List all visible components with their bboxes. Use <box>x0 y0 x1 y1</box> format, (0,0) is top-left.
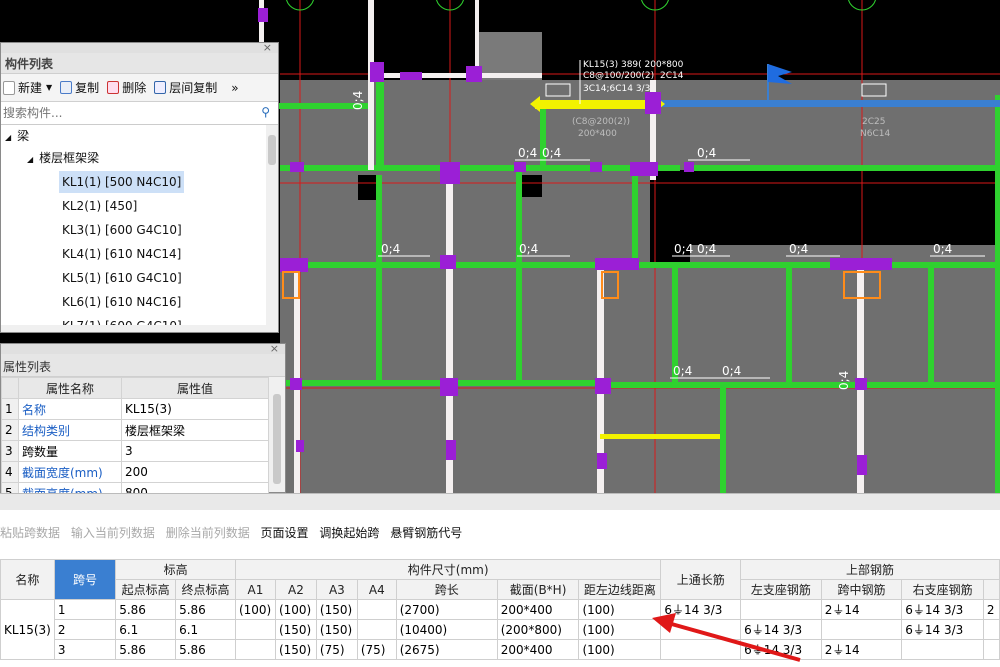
delete-label: 删除 <box>122 81 147 95</box>
dim-label: 0;4 <box>674 242 693 256</box>
property-list-titlebar: × <box>1 342 285 355</box>
new-button[interactable]: 新建 ▼ <box>3 79 52 96</box>
tree-item-kl1[interactable]: KL1(1) [500 N4C10] <box>59 171 185 193</box>
span-data-panel: 粘贴跨数据 输入当前列数据 删除当前列数据 页面设置 调换起始跨 悬臂钢筋代号 … <box>0 493 1000 667</box>
dim-label-vertical: 0;4 <box>837 371 851 390</box>
collapse-arrow-icon[interactable]: ◢ <box>27 155 33 164</box>
dim-label-vertical: 0;4 <box>351 91 365 110</box>
beam-annotation-line: 2C14 <box>660 71 684 81</box>
dim-label: 0;4 <box>722 364 741 378</box>
tree-item-kl3[interactable]: KL3(1) [600 G4C10] <box>62 219 182 241</box>
dim-label: 0;4 <box>381 242 400 256</box>
delete-button[interactable]: 删除 <box>107 79 146 96</box>
component-list-titlebar: × <box>1 41 278 54</box>
col-header-value: 属性值 <box>121 377 269 399</box>
dim-label: 0;4 <box>697 242 716 256</box>
floor-copy-icon <box>154 81 167 94</box>
tree-item-kl5[interactable]: KL5(1) [610 G4C10] <box>62 267 182 289</box>
prop-name: 跨数量 <box>18 440 122 462</box>
copy-label: 复制 <box>75 81 100 95</box>
dim-label: 0;4 <box>519 242 538 256</box>
prop-value[interactable]: KL15(3) <box>121 398 269 420</box>
tree-node-label: 梁 <box>17 129 30 143</box>
dropdown-arrow-icon[interactable]: ▼ <box>46 83 52 92</box>
tree-item-kl6[interactable]: KL6(1) [610 N4C16] <box>62 291 181 313</box>
section-label: (C8@200(2)) <box>572 117 630 127</box>
tree-item-kl2[interactable]: KL2(1) [450] <box>62 195 137 217</box>
beam-annotation-line: C8@100/200(2) <box>583 71 654 81</box>
more-button[interactable]: » <box>231 81 238 95</box>
tree-node-frame-beam[interactable]: ◢ 楼层框架梁 <box>27 147 99 169</box>
dim-label: 0;4 <box>518 146 537 160</box>
new-label: 新建 <box>18 81 43 95</box>
tree-node-label: 楼层框架梁 <box>39 151 100 165</box>
row-index: 2 <box>1 419 19 441</box>
tree-node-beam[interactable]: ◢ 梁 <box>5 125 29 147</box>
property-scrollbar[interactable] <box>271 380 283 492</box>
table-row[interactable]: 4 截面宽度(mm) 200 <box>1 461 269 483</box>
row-index: 3 <box>1 440 19 462</box>
property-table: 属性名称 属性值 1 名称 KL15(3) 2 结构类别 楼层框架梁 3 跨数量 3 4 截面… <box>1 377 269 504</box>
tree-item-kl4[interactable]: KL4(1) [610 N4C14] <box>62 243 181 265</box>
floor-copy-button[interactable]: 层间复制 <box>154 79 217 96</box>
tree-scrollbar[interactable] <box>266 125 278 325</box>
collapse-arrow-icon[interactable]: ◢ <box>5 133 11 142</box>
search-input[interactable] <box>1 102 245 124</box>
delete-icon <box>107 81 120 94</box>
dim-label: 0;4 <box>789 242 808 256</box>
floor-copy-label: 层间复制 <box>169 81 218 95</box>
dim-label: 0;4 <box>933 242 952 256</box>
dim-label: 0;4 <box>542 146 561 160</box>
component-toolbar: 新建 ▼ 复制 删除 层间复制 » <box>1 74 278 102</box>
prop-value[interactable]: 楼层框架梁 <box>121 419 269 441</box>
scrollbar-thumb[interactable] <box>273 394 281 484</box>
search-icon[interactable]: ⚲ <box>261 105 270 119</box>
selected-beam-blue <box>660 100 1000 107</box>
search-box: ⚲ <box>1 102 278 125</box>
table-row[interactable]: 3 跨数量 3 <box>1 440 269 462</box>
annotation-arrow-icon <box>652 613 801 662</box>
row-index: 4 <box>1 461 19 483</box>
dim-label: 0;4 <box>673 364 692 378</box>
section-label: 200*400 <box>578 129 617 139</box>
prop-value[interactable]: 200 <box>121 461 269 483</box>
component-list-panel: × 构件列表 新建▼ 复制 删除 层间复制 » ⚲ ◢梁 ◢楼层框架梁 KL1(… <box>0 41 279 333</box>
prop-name: 结构类别 <box>18 419 122 441</box>
beam-annotation-line: 3C14;6C14 3/3 <box>583 84 650 94</box>
copy-button[interactable]: 复制 <box>60 79 99 96</box>
property-list-panel: × 属性列表 属性名称 属性值 1 名称 KL15(3) 2 结构类别 楼层框架梁 3跨… <box>0 342 286 504</box>
row-index-header <box>1 377 19 399</box>
copy-icon <box>60 81 73 94</box>
col-header-name: 属性名称 <box>18 377 122 399</box>
prop-name: 名称 <box>18 398 122 420</box>
dim-label: 0;4 <box>697 146 716 160</box>
tree-item-kl7[interactable]: KL7(1) [600 G4C10] <box>62 315 182 325</box>
scrollbar-thumb[interactable] <box>268 135 276 165</box>
prop-value[interactable]: 3 <box>121 440 269 462</box>
table-row[interactable]: 2 结构类别 楼层框架梁 <box>1 419 269 441</box>
section-label: N6C14 <box>860 129 890 139</box>
panel-title: 构件列表 <box>5 57 54 71</box>
component-tree: ◢ 梁 ◢ 楼层框架梁 KL1(1) [500 N4C10] KL2(1) [450… <box>1 125 278 325</box>
beam-annotation-line: KL15(3) 389( 200*800 <box>583 60 684 70</box>
prop-name: 截面宽度(mm) <box>18 461 122 483</box>
section-label: 2C25 <box>862 117 885 127</box>
table-row[interactable]: 1 名称 KL15(3) <box>1 398 269 420</box>
panel-title: 属性列表 <box>3 360 52 374</box>
row-index: 1 <box>1 398 19 420</box>
new-file-icon <box>3 80 15 95</box>
highlighted-beam-yellow[interactable] <box>535 100 660 109</box>
